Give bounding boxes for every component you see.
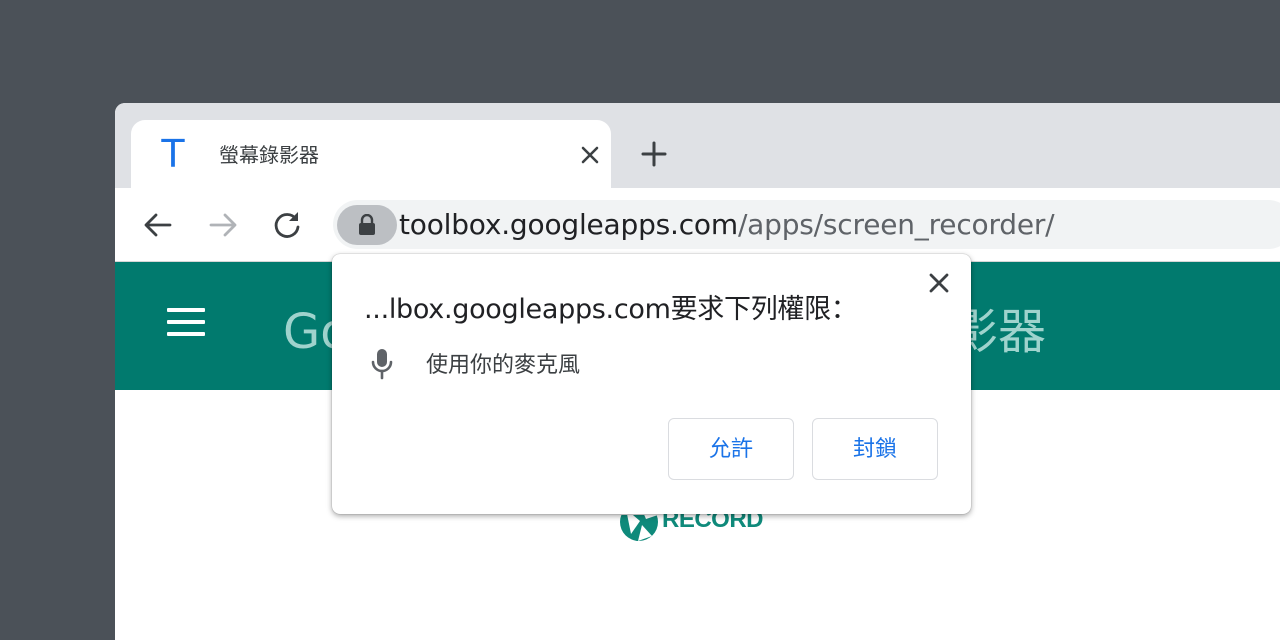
url-host: toolbox.googleapps.com — [399, 208, 738, 241]
hamburger-icon — [167, 308, 207, 336]
browser-toolbar: toolbox.googleapps.com/apps/screen_recor… — [115, 188, 1280, 262]
url-text[interactable]: toolbox.googleapps.com/apps/screen_recor… — [399, 208, 1055, 241]
tab-strip: T 螢幕錄影器 — [115, 103, 1280, 188]
close-icon — [929, 273, 949, 293]
url-path: /apps/screen_recorder/ — [737, 208, 1055, 241]
permission-dialog: ...lbox.googleapps.com要求下列權限： 使用你的麥克風 允許… — [332, 254, 971, 514]
new-tab-button[interactable] — [639, 139, 669, 169]
permission-description: 使用你的麥克風 — [426, 353, 581, 378]
forward-button[interactable] — [206, 208, 240, 242]
tab-screen-recorder[interactable]: T 螢幕錄影器 — [131, 120, 611, 188]
microphone-icon — [370, 348, 394, 380]
block-button[interactable]: 封鎖 — [812, 418, 938, 480]
tab-close-button[interactable] — [579, 144, 601, 166]
lock-icon — [359, 214, 375, 235]
reload-icon — [274, 212, 300, 238]
arrow-right-icon — [209, 213, 237, 237]
tab-favicon: T — [161, 132, 185, 176]
site-info-button[interactable] — [337, 205, 397, 245]
arrow-left-icon — [144, 213, 172, 237]
reload-button[interactable] — [270, 208, 304, 242]
close-icon — [581, 146, 599, 164]
back-button[interactable] — [141, 208, 175, 242]
plus-icon — [641, 141, 667, 167]
dialog-title: ...lbox.googleapps.com要求下列權限： — [364, 294, 858, 325]
tab-title: 螢幕錄影器 — [219, 143, 319, 167]
dialog-close-button[interactable] — [928, 272, 950, 294]
menu-button[interactable] — [167, 308, 207, 338]
address-bar[interactable]: toolbox.googleapps.com/apps/screen_recor… — [333, 200, 1280, 249]
allow-button[interactable]: 允許 — [668, 418, 794, 480]
